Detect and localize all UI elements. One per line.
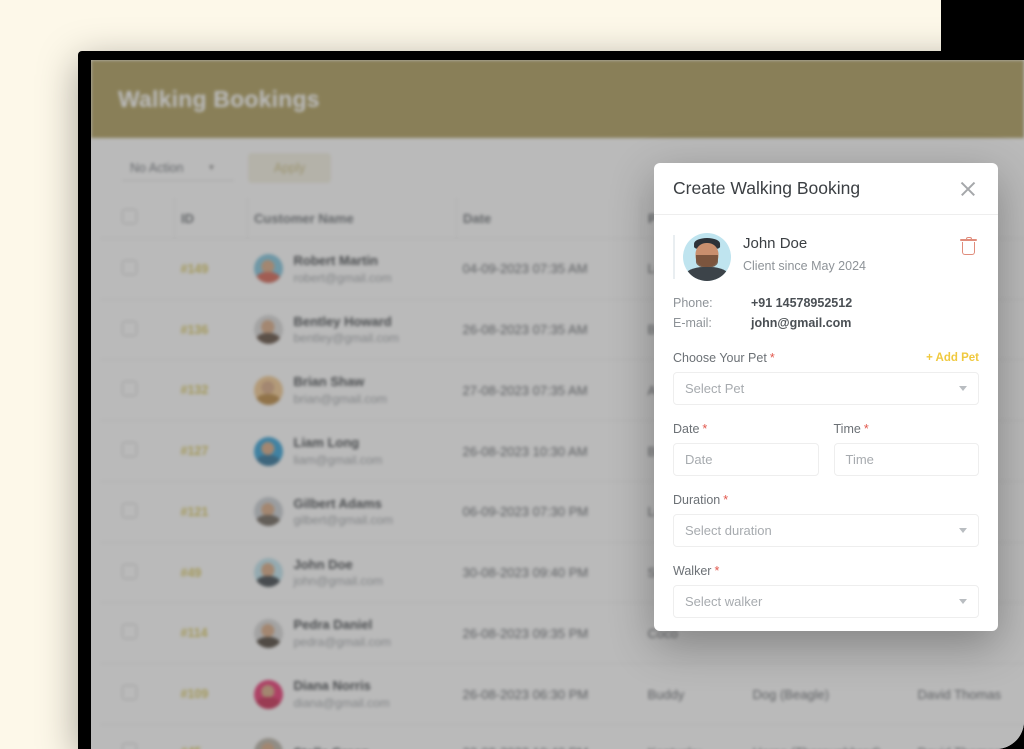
time-label: Time * [833,421,869,436]
walker-select[interactable]: Select walker [673,584,979,618]
phone-value: +91 14578952512 [751,296,853,310]
walker-label-row: Walker * [673,564,979,578]
choose-pet-label-row: Choose Your Pet * + Add Pet [673,351,979,365]
date-label-row: Date * [673,422,819,436]
walker-label: Walker * [673,563,720,578]
client-since: Client since May 2024 [743,258,866,273]
client-contact: Phone: +91 14578952512 E-mail: john@gmai… [673,293,979,334]
field-walker: Walker * Select walker [673,564,979,618]
date-label: Date * [673,421,708,436]
walker-select-value: Select walker [685,593,763,609]
phone-label: Phone: [673,296,713,310]
pet-select-value: Select Pet [685,380,745,396]
client-name: John Doe [743,235,808,252]
client-email-row: E-mail: john@gmail.com [673,313,979,333]
modal-title: Create Walking Booking [673,178,861,198]
time-input[interactable]: Time [833,442,979,476]
time-input-value: Time [845,451,874,467]
date-input[interactable]: Date [673,442,819,476]
duration-select[interactable]: Select duration [673,513,979,547]
date-input-value: Date [685,451,713,467]
client-accent-bar [673,235,675,279]
trash-icon[interactable] [960,237,977,256]
add-pet-link[interactable]: + Add Pet [926,352,979,364]
duration-label-row: Duration * [673,493,979,507]
email-label: E-mail: [673,316,712,331]
create-walking-booking-modal: Create Walking Booking John Doe Client s… [654,163,998,631]
close-icon[interactable] [957,178,979,200]
field-duration: Duration * Select duration [673,493,979,547]
required-marker: * [769,350,775,365]
pet-select[interactable]: Select Pet [673,371,979,405]
choose-pet-label: Choose Your Pet * [673,350,775,365]
client-summary: John Doe Client since May 2024 [673,233,979,281]
field-date: Date * Date [673,422,819,476]
field-date-time: Date * Date Time * Time [673,422,979,476]
duration-label: Duration * [673,492,729,507]
email-value: john@gmail.com [751,316,852,331]
duration-select-value: Select duration [685,522,772,538]
client-text: John Doe Client since May 2024 [743,233,979,276]
chevron-down-icon [959,527,967,533]
modal-header: Create Walking Booking [654,163,998,215]
chevron-down-icon [959,598,967,604]
field-choose-pet: Choose Your Pet * + Add Pet Select Pet [673,351,979,405]
field-time: Time * Time [833,422,980,476]
avatar [683,233,731,281]
chevron-down-icon [959,385,967,391]
time-label-row: Time * [834,422,980,436]
client-phone-row: Phone: +91 14578952512 [673,293,979,313]
modal-body: John Doe Client since May 2024 Phone: +9… [654,215,998,618]
